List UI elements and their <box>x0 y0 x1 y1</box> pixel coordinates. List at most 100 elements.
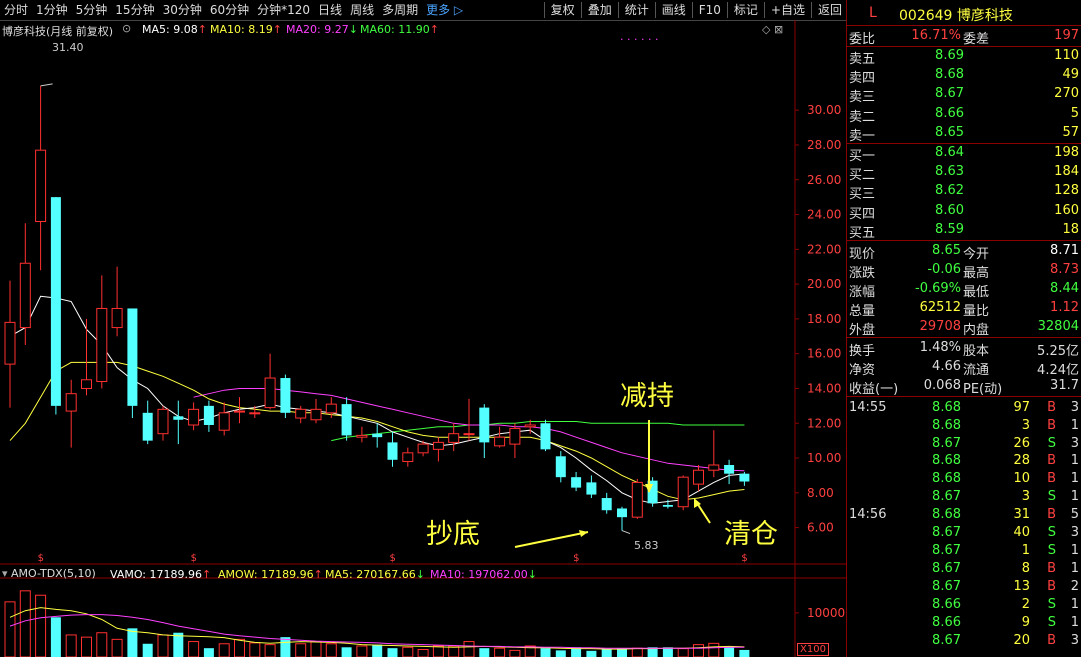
tick-price: 8.67 <box>932 633 961 648</box>
vol-indicator-name[interactable]: ▾ AMO-TDX(5,10) <box>2 567 96 580</box>
tool-button-1[interactable]: 叠加 <box>584 0 616 20</box>
vamo-legend: VAMO: 17189.96↑ <box>110 568 212 581</box>
stat-label: 流通 <box>963 363 990 378</box>
level-volume: 57 <box>1062 124 1079 140</box>
settings-icon[interactable]: ◇ ⊠ <box>762 23 783 36</box>
period-tab-6[interactable]: 分钟*120 <box>253 0 314 20</box>
period-tab-9[interactable]: 多周期 <box>378 0 422 20</box>
period-tab-5[interactable]: 60分钟 <box>206 0 253 20</box>
sell-level-3: 卖三 8.67 270 <box>847 85 1081 105</box>
separator <box>580 2 582 18</box>
tick-row: 8.67 3 S 1 <box>847 489 1081 507</box>
candle-body <box>479 407 490 443</box>
y-tick-label: 12.00 <box>807 416 841 430</box>
candle-body <box>586 482 597 495</box>
tick-row: 8.67 13 B 2 <box>847 579 1081 597</box>
tick-count: 5 <box>1070 507 1079 522</box>
buy-level-3: 买三 8.62 128 <box>847 182 1081 202</box>
s-marker: $ <box>38 553 44 564</box>
stat-row: 收益(一) 0.068 PE(动) 31.7 <box>847 377 1081 397</box>
tick-count: 1 <box>1070 597 1079 612</box>
separator <box>617 2 619 18</box>
level-price: 8.67 <box>935 86 964 102</box>
candle-body <box>96 307 108 383</box>
tool-button-3[interactable]: 画线 <box>658 0 690 20</box>
level-price: 8.62 <box>935 183 964 199</box>
tick-volume: 40 <box>1013 525 1030 540</box>
tick-price: 8.68 <box>932 417 961 433</box>
period-tab-7[interactable]: 日线 <box>314 0 346 20</box>
level-volume: 110 <box>1054 48 1079 63</box>
volume-bar <box>295 643 307 657</box>
tool-button-7[interactable]: 返回 <box>814 0 846 20</box>
y-tick-label: 24.00 <box>807 208 841 222</box>
candle-body <box>4 321 16 365</box>
tick-side: S <box>1047 615 1056 630</box>
tick-volume: 3 <box>1021 417 1030 433</box>
tool-button-4[interactable]: F10 <box>695 0 725 20</box>
y-tick-label: 30.00 <box>807 103 841 117</box>
candle-body <box>325 403 337 414</box>
tick-row: 8.68 10 B 1 <box>847 471 1081 489</box>
tool-button-2[interactable]: 统计 <box>621 0 653 20</box>
period-tab-0[interactable]: 分时 <box>0 0 32 20</box>
period-tab-3[interactable]: 15分钟 <box>111 0 158 20</box>
period-tab-4[interactable]: 30分钟 <box>159 0 206 20</box>
candle-body <box>372 433 383 438</box>
separator <box>810 2 812 18</box>
level-price: 8.69 <box>935 48 964 63</box>
candle-body <box>387 442 398 460</box>
level-volume: 160 <box>1054 202 1079 218</box>
tick-row: 8.68 28 B 1 <box>847 453 1081 471</box>
dropdown-icon[interactable]: ⊙ <box>122 22 131 35</box>
tool-button-6[interactable]: +自选 <box>767 0 809 20</box>
volume-bar <box>264 644 276 657</box>
tick-volume: 2 <box>1021 597 1030 612</box>
tick-price: 8.68 <box>932 453 961 469</box>
level-price: 8.59 <box>935 221 964 237</box>
period-tab-8[interactable]: 周线 <box>346 0 378 20</box>
tool-button-0[interactable]: 复权 <box>547 0 579 20</box>
volume-bar <box>479 648 490 657</box>
level-label: 买一 <box>849 149 876 164</box>
tick-time: 14:55 <box>849 400 887 415</box>
period-tab-1[interactable]: 1分钟 <box>32 0 72 20</box>
vol-ma5-legend: MA5: 270167.66↓ <box>325 568 425 581</box>
low-price-label: 5.83 <box>634 539 659 552</box>
stat-label: 股本 <box>963 344 990 359</box>
quote-value: -0.69% <box>915 281 961 296</box>
volume-bar <box>341 647 352 657</box>
candle-body <box>724 464 735 474</box>
level-label: 买二 <box>849 168 876 184</box>
volume-bar <box>432 645 444 657</box>
sell-level-2: 卖二 8.66 5 <box>847 105 1081 125</box>
tick-count: 2 <box>1070 579 1079 594</box>
tick-price: 8.66 <box>932 597 961 612</box>
period-tab-2[interactable]: 5分钟 <box>72 0 112 20</box>
candle-body <box>188 408 200 426</box>
y-tick-label: 16.00 <box>807 347 841 361</box>
tick-row: 14:56 8.68 31 B 5 <box>847 507 1081 525</box>
quote-value: 1.12 <box>1050 300 1079 315</box>
tick-volume: 31 <box>1013 507 1030 522</box>
tick-volume: 9 <box>1021 615 1030 630</box>
tick-row: 8.67 1 S 1 <box>847 543 1081 561</box>
y-tick-label: 20.00 <box>807 277 841 291</box>
quote-row: 总量 62512 量比 1.12 <box>847 299 1081 319</box>
stat-value: 1.48% <box>919 340 961 355</box>
tick-row: 8.66 9 S 1 <box>847 615 1081 633</box>
tick-price: 8.68 <box>932 471 961 487</box>
tick-price: 8.67 <box>932 525 961 540</box>
volume-bar <box>188 641 200 657</box>
tick-side: B <box>1047 471 1056 487</box>
tick-price: 8.68 <box>932 507 961 522</box>
kline-chart[interactable]: 6.00 8.00 10.00 12.00 14.00 16.00 18.00 20.00 22… <box>0 20 846 657</box>
more-periods-button[interactable]: 更多 ▷ <box>422 0 467 20</box>
volume-bar <box>218 643 230 657</box>
tool-button-5[interactable]: 标记 <box>730 0 762 20</box>
candle-body <box>693 469 704 485</box>
tick-row: 8.67 8 B 1 <box>847 561 1081 579</box>
level-volume: 270 <box>1054 86 1079 102</box>
volume-bar <box>127 628 138 657</box>
level-label: 卖一 <box>849 128 876 144</box>
